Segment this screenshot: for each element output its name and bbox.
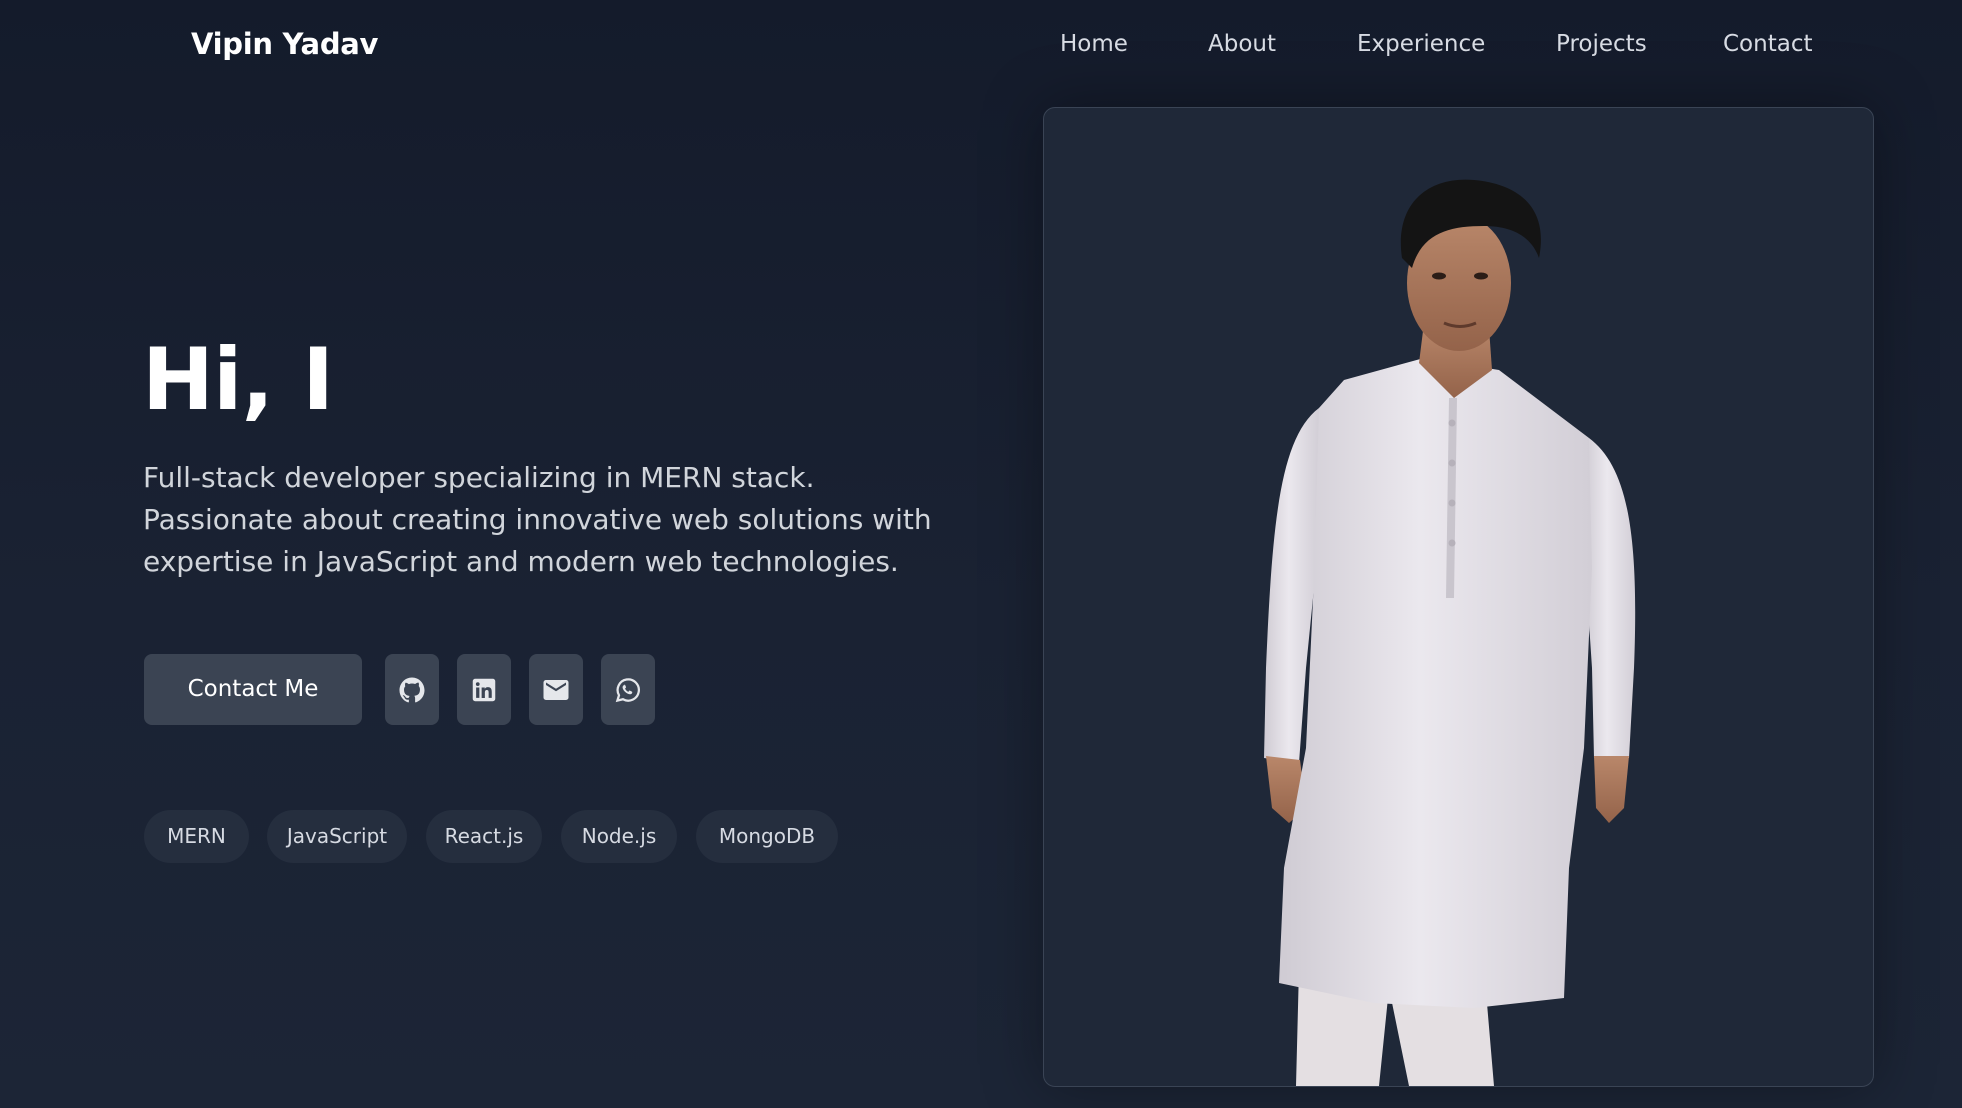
hero-description: Full-stack developer specializing in MER… xyxy=(143,461,932,578)
nav-about[interactable]: About xyxy=(1208,24,1276,64)
profile-photo xyxy=(1264,179,1636,1086)
tag-mern: MERN xyxy=(144,810,249,863)
mail-icon xyxy=(541,675,571,705)
linkedin-icon xyxy=(469,675,499,705)
tag-mongodb: MongoDB xyxy=(696,810,838,863)
linkedin-link[interactable] xyxy=(457,654,511,725)
profile-photo-card xyxy=(1043,107,1874,1087)
contact-me-button[interactable]: Contact Me xyxy=(144,654,362,725)
email-link[interactable] xyxy=(529,654,583,725)
whatsapp-link[interactable] xyxy=(601,654,655,725)
github-icon xyxy=(397,675,427,705)
brand-logo[interactable]: Vipin Yadav xyxy=(191,24,378,64)
nav-projects[interactable]: Projects xyxy=(1556,24,1647,64)
tag-nodejs: Node.js xyxy=(561,810,677,863)
hero-title: Hi, I xyxy=(142,330,334,430)
nav-home[interactable]: Home xyxy=(1060,24,1128,64)
github-link[interactable] xyxy=(385,654,439,725)
main-nav: Home About Experience Projects Contact xyxy=(1000,24,1860,64)
portfolio-page: Vipin Yadav Home About Experience Projec… xyxy=(0,0,1962,1108)
tag-javascript: JavaScript xyxy=(267,810,407,863)
nav-experience[interactable]: Experience xyxy=(1357,24,1485,64)
tag-reactjs: React.js xyxy=(426,810,542,863)
whatsapp-icon xyxy=(613,675,643,705)
nav-contact[interactable]: Contact xyxy=(1723,24,1812,64)
